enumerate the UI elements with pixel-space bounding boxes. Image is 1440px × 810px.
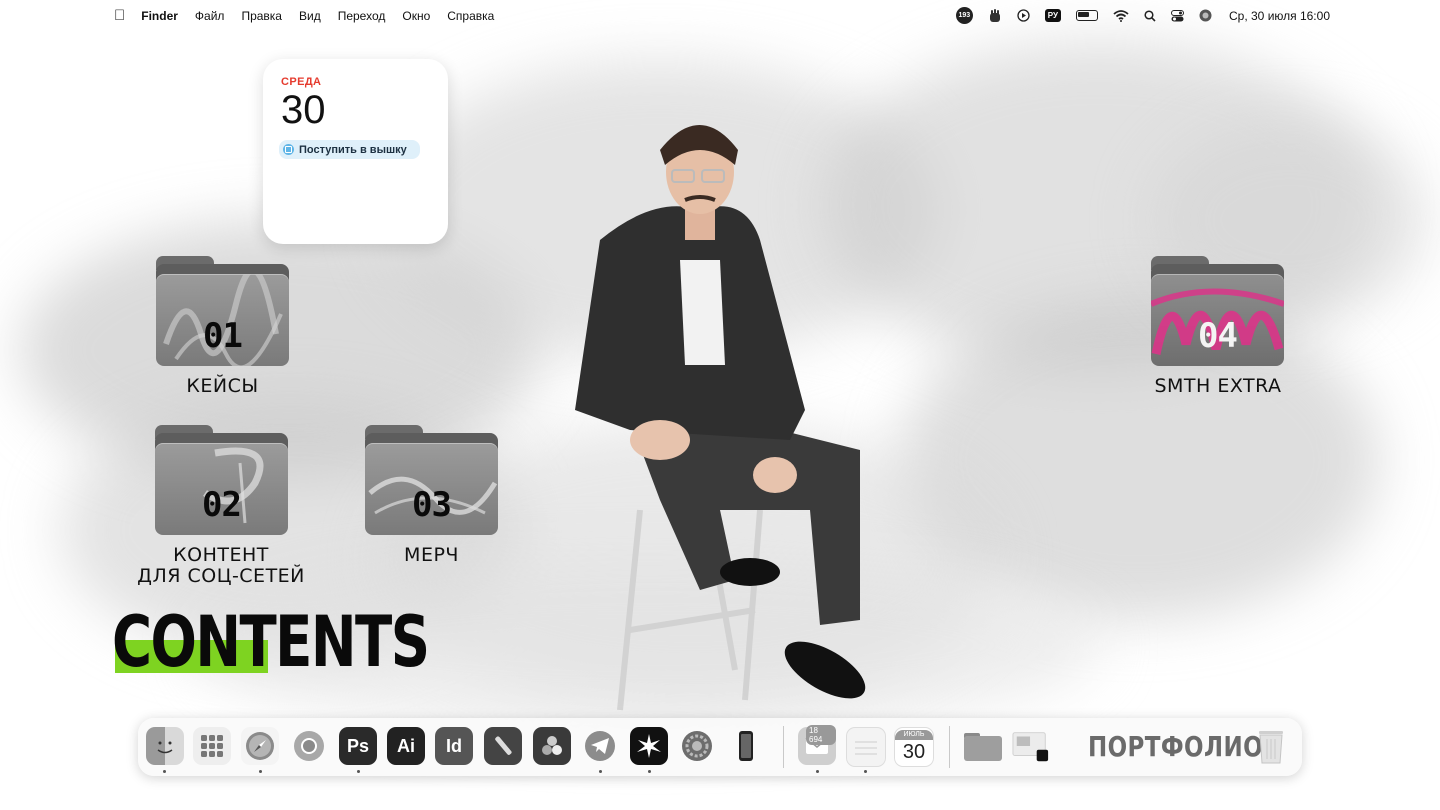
mail-icon[interactable]: 18 694 (798, 725, 836, 765)
safari-icon[interactable] (241, 727, 279, 765)
wifi-icon[interactable] (1113, 9, 1129, 22)
folder-label-content[interactable]: КОНТЕНТ ДЛЯ СОЦ-СЕТЕЙ (121, 545, 321, 587)
menu-edit[interactable]: Правка (241, 9, 282, 23)
illustrator-icon[interactable]: Ai (387, 727, 425, 765)
calendar-day-number: 30 (281, 88, 326, 132)
iphone-mirroring-icon[interactable] (727, 727, 765, 765)
settings-icon[interactable] (678, 727, 716, 765)
calendar-app-day: 30 (902, 741, 926, 763)
davinci-icon[interactable] (533, 727, 571, 765)
chrome-icon[interactable] (290, 727, 328, 765)
calendar-event[interactable]: Поступить в вышку (279, 140, 420, 159)
folder-number: 04 (1198, 316, 1238, 356)
calendar-app-icon[interactable]: ИЮЛЬ 30 (894, 727, 934, 767)
screenshots-stack-icon[interactable] (1012, 727, 1050, 765)
keyboard-layout-icon[interactable]: РУ (1044, 9, 1061, 22)
menu-file[interactable]: Файл (195, 9, 225, 23)
telegram-icon[interactable] (581, 727, 619, 765)
calendar-weekday: СРЕДА (281, 76, 322, 88)
folder-stack-icon[interactable] (964, 727, 1002, 765)
portfolio-label[interactable]: ПОРТФОЛИО (1088, 730, 1263, 763)
calendar-event-icon (283, 144, 294, 155)
indesign-icon[interactable]: Id (435, 727, 473, 765)
person-photo (575, 125, 866, 711)
folder-04-extra[interactable]: 04 (1151, 256, 1284, 366)
folder-number: 03 (412, 485, 452, 525)
folder-label-line1: КОНТЕНТ (173, 544, 269, 566)
folder-label-line2: ДЛЯ СОЦ-СЕТЕЙ (137, 565, 305, 587)
pen-app-icon[interactable] (484, 727, 522, 765)
calendar-app-month: ИЮЛЬ (895, 730, 933, 740)
menu-go[interactable]: Переход (338, 9, 386, 23)
photoshop-icon[interactable]: Ps (339, 727, 377, 765)
search-icon[interactable] (1144, 9, 1156, 22)
apple-menu-icon[interactable]:  (114, 7, 125, 24)
menu-bar:  Finder Файл Правка Вид Переход Окно Сп… (0, 0, 1440, 31)
folder-number: 02 (202, 485, 242, 525)
menu-view[interactable]: Вид (299, 9, 321, 23)
folder-03-merch[interactable]: 03 (365, 425, 498, 535)
mail-badge: 18 694 (806, 725, 836, 745)
capcut-icon[interactable] (630, 727, 668, 765)
calendar-widget[interactable]: СРЕДА 30 Поступить в вышку (263, 59, 448, 244)
hand-icon[interactable] (988, 8, 1002, 23)
folder-label-merch[interactable]: МЕРЧ (365, 545, 498, 566)
play-icon[interactable] (1017, 9, 1030, 22)
battery-icon[interactable] (1076, 10, 1098, 21)
dock: Ps Ai Id 18 694 ИЮЛЬ 30 ПОРТФОЛИО (138, 718, 1302, 776)
folder-label-extra[interactable]: SMTH EXTRA (1128, 376, 1308, 397)
app-menu-finder[interactable]: Finder (141, 9, 178, 23)
menu-window[interactable]: Окно (402, 9, 430, 23)
control-center-icon[interactable] (1171, 9, 1184, 22)
notification-badge-icon[interactable]: 193 (955, 7, 973, 24)
siri-icon[interactable] (1199, 9, 1212, 22)
folder-number: 01 (203, 316, 243, 356)
menubar-clock[interactable]: Ср, 30 июля 16:00 (1229, 9, 1330, 23)
launchpad-icon[interactable] (193, 727, 231, 765)
calendar-event-title: Поступить в вышку (299, 143, 407, 156)
folder-02-content[interactable]: 02 (155, 425, 288, 535)
folder-label-cases[interactable]: КЕЙСЫ (156, 376, 289, 397)
finder-icon[interactable] (146, 727, 184, 765)
trash-icon[interactable] (1252, 727, 1290, 765)
page-title: CONTENTS (112, 601, 430, 683)
folder-01-cases[interactable]: 01 (156, 256, 289, 366)
notes-icon[interactable] (846, 727, 886, 767)
menu-help[interactable]: Справка (447, 9, 494, 23)
